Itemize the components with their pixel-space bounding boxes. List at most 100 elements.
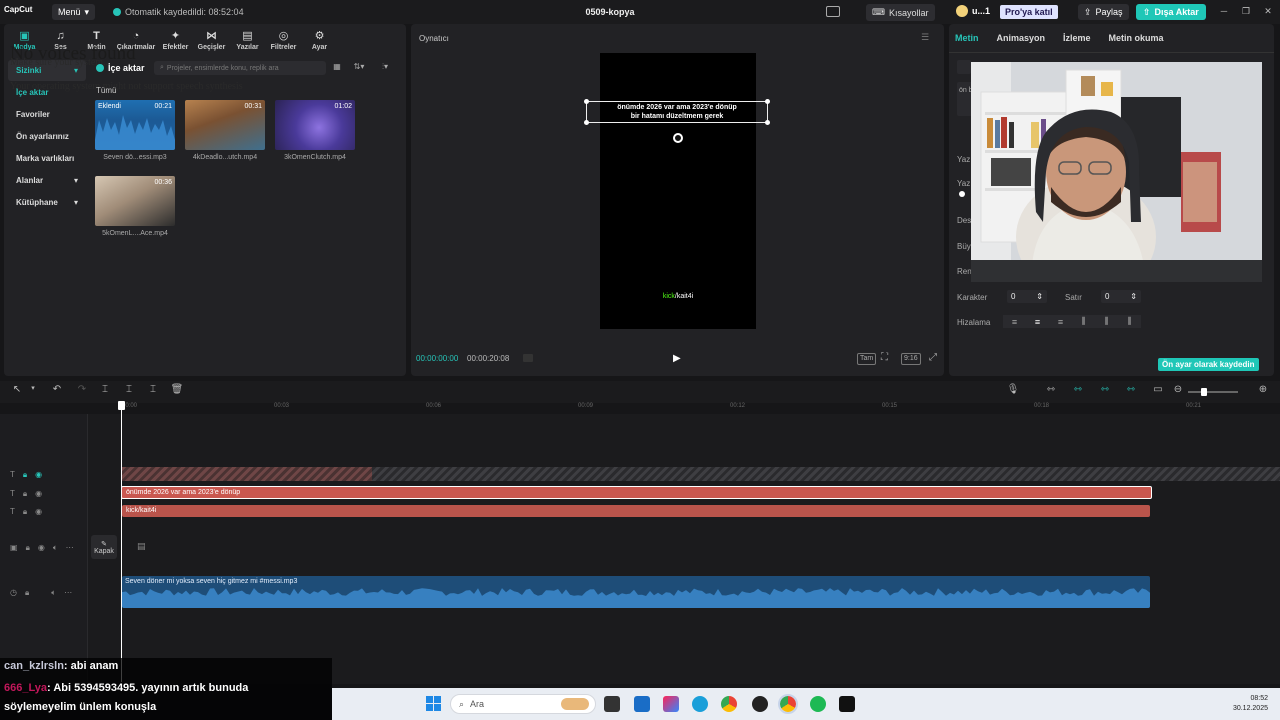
- rotate-icon[interactable]: [673, 133, 683, 143]
- grid-view-icon[interactable]: ▦: [330, 62, 344, 74]
- media-clip-video[interactable]: 01:02 3kOmenClutch.mp4: [275, 100, 355, 161]
- more-icon[interactable]: ⋯: [66, 543, 74, 553]
- align-center-icon[interactable]: ≡: [1026, 315, 1049, 328]
- resize-handle[interactable]: [584, 99, 589, 104]
- effect-track-clip-highlight[interactable]: [122, 467, 372, 481]
- split-left-icon[interactable]: ⌶: [122, 384, 136, 398]
- split-right-icon[interactable]: ⌶: [146, 384, 160, 398]
- preview-canvas[interactable]: önümde 2026 var ama 2023'e dönüp bir hat…: [584, 53, 770, 329]
- speaker-icon[interactable]: 🔈︎: [53, 543, 58, 553]
- more-icon[interactable]: ⋯: [64, 588, 72, 598]
- sidebar-item-brand-assets[interactable]: Marka varlıkları: [8, 148, 86, 169]
- align-right-icon[interactable]: ≡: [1049, 315, 1072, 328]
- tab-effects[interactable]: ✦ Efektler: [159, 24, 192, 52]
- lock-icon[interactable]: 🔒︎: [23, 470, 27, 480]
- tab-tracking[interactable]: İzleme: [1063, 33, 1091, 43]
- lock-icon[interactable]: 🔒︎: [26, 543, 30, 553]
- cover-button[interactable]: ✎ Kapak: [91, 535, 117, 559]
- sidebar-item-presets[interactable]: Ön ayarlarınız: [8, 126, 86, 147]
- media-clip-video[interactable]: 00:31 4kDeadlo...utch.mp4: [185, 100, 265, 161]
- eye-icon[interactable]: ◉: [35, 507, 42, 517]
- sidebar-item-library[interactable]: Kütüphane ▾: [8, 192, 86, 213]
- resize-handle[interactable]: [765, 99, 770, 104]
- preview-axis-icon[interactable]: ⇿: [1124, 384, 1138, 398]
- zoom-slider[interactable]: [1188, 391, 1238, 393]
- lock-icon[interactable]: 🔒︎: [23, 507, 27, 517]
- save-preset-button[interactable]: Ön ayar olarak kaydedin: [1158, 358, 1259, 371]
- redo-icon[interactable]: ↷: [75, 384, 89, 398]
- tab-text-to-speech[interactable]: Metin okuma: [1109, 33, 1164, 43]
- eye-icon[interactable]: ◉: [35, 470, 42, 480]
- expand-icon[interactable]: ⤢: [929, 352, 941, 364]
- text-clip-selected[interactable]: önümde 2026 var ama 2023'e dönüp: [121, 486, 1152, 499]
- select-cursor-icon[interactable]: ↖: [10, 384, 24, 398]
- shortcuts-button[interactable]: ⌨ Kısayollar: [866, 4, 935, 21]
- tab-captions[interactable]: ▤ Yazılar: [231, 24, 264, 52]
- timecode-format-icon[interactable]: [523, 354, 533, 362]
- character-spacing-input[interactable]: 0 ⇕: [1007, 290, 1047, 303]
- layout-icon[interactable]: [826, 6, 840, 17]
- eye-icon[interactable]: ◉: [38, 543, 45, 553]
- tab-transitions[interactable]: ⋈ Geçişler: [195, 24, 228, 52]
- speaker-icon[interactable]: 🔈︎: [51, 588, 56, 598]
- timeline-ruler[interactable]: 00:00 00:03 00:06 00:09 00:12 00:15 00:1…: [88, 400, 1280, 414]
- close-icon[interactable]: ✕: [1262, 6, 1274, 18]
- media-clip-audio[interactable]: Eklendi 00:21 Seven dö...essi.mp3: [95, 100, 175, 161]
- split-icon[interactable]: ⌶: [98, 384, 112, 398]
- taskbar-clock[interactable]: 08:52 30.12.2025: [1230, 694, 1268, 714]
- font-size-slider[interactable]: [959, 191, 965, 197]
- windows-start-icon[interactable]: [426, 696, 441, 711]
- zoom-fit-icon[interactable]: ⊕: [1256, 384, 1270, 398]
- microphone-icon[interactable]: 🎙: [1006, 384, 1020, 398]
- capcut-icon[interactable]: [839, 696, 855, 712]
- tab-filters[interactable]: ◎ Filtreler: [267, 24, 300, 52]
- edge-icon[interactable]: [692, 696, 708, 712]
- zoom-slider-thumb[interactable]: [1201, 388, 1207, 396]
- spotify-icon[interactable]: [810, 696, 826, 712]
- eye-icon[interactable]: ◉: [35, 489, 42, 499]
- task-view-icon[interactable]: [604, 696, 620, 712]
- media-clip-video[interactable]: 00:36 5kOmenL....Ace.mp4: [95, 176, 175, 237]
- lock-icon[interactable]: 🔒︎: [25, 588, 29, 598]
- auto-snap-icon[interactable]: ⇿: [1098, 384, 1112, 398]
- caption-selection-box[interactable]: önümde 2026 var ama 2023'e dönüp bir hat…: [584, 99, 770, 125]
- vertical-top-icon[interactable]: ⫼: [1072, 315, 1095, 328]
- resize-handle[interactable]: [584, 120, 589, 125]
- user-account[interactable]: u...1: [956, 5, 990, 17]
- magnet-icon[interactable]: ⇿: [1071, 384, 1085, 398]
- import-button[interactable]: İçe aktar: [96, 61, 145, 75]
- sidebar-item-favorites[interactable]: Favoriler: [8, 104, 86, 125]
- chrome-icon[interactable]: [778, 694, 798, 714]
- tab-adjust[interactable]: ⚙ Ayar: [303, 24, 336, 52]
- fullscreen-mode-button[interactable]: Tam: [857, 353, 877, 365]
- link-icon[interactable]: ⇿: [1044, 384, 1058, 398]
- tab-animation[interactable]: Animasyon: [997, 33, 1046, 43]
- filter-icon[interactable]: ⫶▾: [378, 62, 392, 74]
- copilot-icon[interactable]: [663, 696, 679, 712]
- export-button[interactable]: ⇧ Dışa Aktar: [1136, 4, 1206, 20]
- chevron-down-icon[interactable]: ▾: [26, 384, 40, 398]
- caption-icon[interactable]: ▭: [1151, 384, 1165, 398]
- steam-icon[interactable]: [752, 696, 768, 712]
- lock-icon[interactable]: 🔒︎: [23, 489, 27, 499]
- sidebar-item-spaces[interactable]: Alanlar ▾: [8, 170, 86, 191]
- taskbar-search[interactable]: ⌕ Ara: [450, 694, 596, 714]
- delete-icon[interactable]: 🗑: [170, 384, 184, 398]
- share-button[interactable]: ⇪ Paylaş: [1078, 4, 1129, 20]
- restore-icon[interactable]: ❐: [1240, 6, 1252, 18]
- focus-icon[interactable]: ⛶: [881, 352, 893, 364]
- undo-icon[interactable]: ↶: [50, 384, 64, 398]
- text-clip[interactable]: kick/kait4i: [122, 505, 1150, 517]
- aspect-ratio-button[interactable]: 9:16: [901, 353, 921, 365]
- align-left-icon[interactable]: ≡: [1003, 315, 1026, 328]
- play-icon[interactable]: ▶: [673, 353, 683, 365]
- menu-button[interactable]: Menü ▾: [52, 4, 96, 20]
- sort-icon[interactable]: ⇅▾: [352, 62, 366, 74]
- hamburger-icon[interactable]: ☰: [921, 32, 929, 43]
- line-spacing-input[interactable]: 0 ⇕: [1101, 290, 1141, 303]
- media-search-input[interactable]: ⌕ Projeler, ensimlerde konu, replik ara: [154, 61, 326, 75]
- text-style-swatch[interactable]: [957, 60, 971, 74]
- zoom-out-icon[interactable]: ⊖: [1171, 384, 1185, 398]
- vertical-bottom-icon[interactable]: ⫼: [1118, 315, 1141, 328]
- chrome-icon[interactable]: [721, 696, 737, 712]
